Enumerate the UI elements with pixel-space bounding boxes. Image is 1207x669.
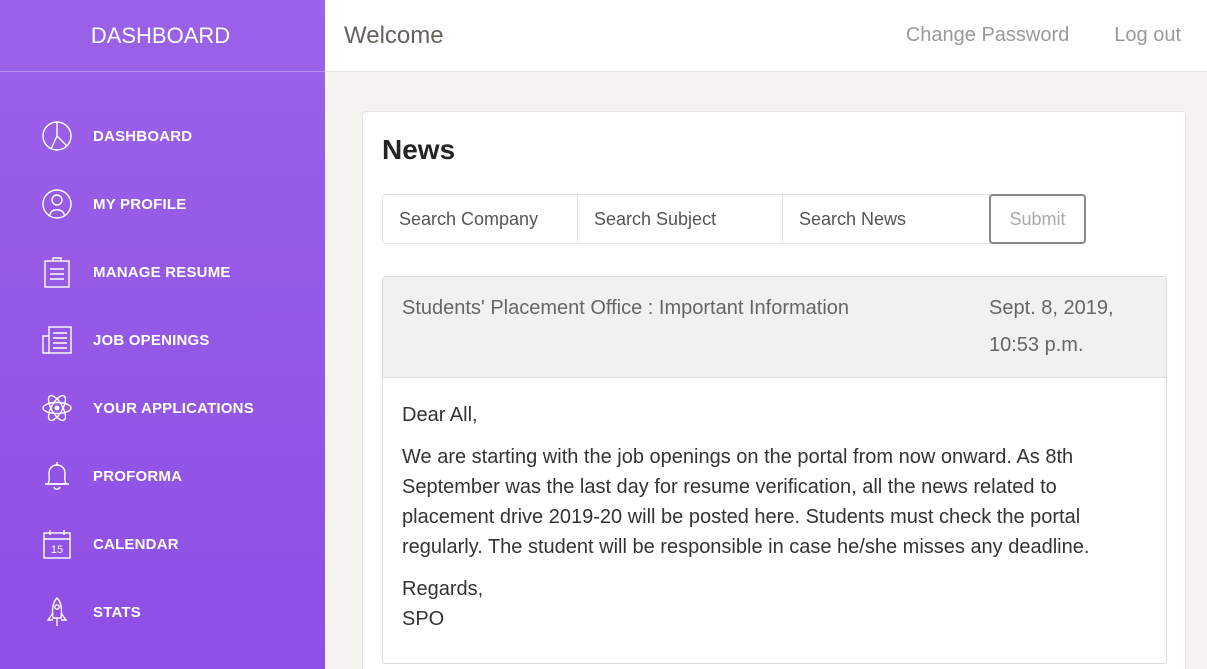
brand-title[interactable]: DASHBOARD bbox=[91, 23, 230, 49]
search-form: Submit bbox=[382, 194, 1086, 244]
sidebar-item-label: YOUR APPLICATIONS bbox=[93, 399, 254, 417]
news-content: We are starting with the job openings on… bbox=[402, 446, 1090, 558]
sidebar-item-dashboard[interactable]: DASHBOARD bbox=[0, 102, 325, 170]
atom-icon bbox=[40, 391, 74, 425]
sidebar-item-stats[interactable]: STATS bbox=[0, 578, 325, 646]
sidebar-brand[interactable]: DASHBOARD bbox=[0, 0, 325, 72]
welcome-title: Welcome bbox=[344, 21, 444, 49]
news-card: News Submit Students' Placement Office :… bbox=[362, 111, 1186, 669]
search-company-input[interactable] bbox=[382, 194, 578, 244]
card-title: News bbox=[382, 134, 456, 165]
calendar-icon: 15 bbox=[40, 527, 74, 561]
news-item-header: Students' Placement Office : Important I… bbox=[383, 277, 1166, 378]
clipboard-icon bbox=[40, 255, 74, 289]
bell-icon bbox=[40, 459, 74, 493]
sidebar-item-label: DASHBOARD bbox=[93, 127, 193, 145]
search-subject-input[interactable] bbox=[577, 194, 783, 244]
search-news-input[interactable] bbox=[782, 194, 990, 244]
news-item: Students' Placement Office : Important I… bbox=[382, 276, 1167, 664]
sidebar-item-label: CALENDAR bbox=[93, 535, 179, 553]
news-signature: SPO bbox=[402, 608, 445, 630]
sidebar-nav: DASHBOARD MY PROFILE MANAGE RESUME JOB O… bbox=[0, 72, 325, 646]
sidebar-item-manage-resume[interactable]: MANAGE RESUME bbox=[0, 238, 325, 306]
news-subject: Students' Placement Office : Important I… bbox=[402, 297, 850, 319]
sidebar-item-my-profile[interactable]: MY PROFILE bbox=[0, 170, 325, 238]
news-greeting: Dear All, bbox=[402, 404, 478, 426]
sidebar-item-job-openings[interactable]: JOB OPENINGS bbox=[0, 306, 325, 374]
newspaper-icon bbox=[40, 323, 74, 357]
rocket-icon bbox=[40, 595, 74, 629]
sidebar-item-label: STATS bbox=[93, 603, 141, 621]
sidebar-item-your-applications[interactable]: YOUR APPLICATIONS bbox=[0, 374, 325, 442]
submit-button[interactable]: Submit bbox=[989, 194, 1086, 244]
user-icon bbox=[40, 187, 74, 221]
calendar-icon-day: 15 bbox=[51, 544, 63, 556]
sidebar-item-label: MY PROFILE bbox=[93, 195, 187, 213]
sidebar-item-proforma[interactable]: PROFORMA bbox=[0, 442, 325, 510]
sidebar-item-calendar[interactable]: 15 CALENDAR bbox=[0, 510, 325, 578]
news-date-line1: Sept. 8, 2019, bbox=[989, 297, 1114, 319]
top-navbar: Welcome Change Password Log out bbox=[325, 0, 1207, 72]
logout-link[interactable]: Log out bbox=[1114, 24, 1181, 47]
sidebar-item-label: JOB OPENINGS bbox=[93, 331, 210, 349]
news-date-line2: 10:53 p.m. bbox=[989, 334, 1084, 356]
news-date: Sept. 8, 2019, 10:53 p.m. bbox=[989, 290, 1149, 364]
sidebar: DASHBOARD DASHBOARD MY PROFILE MANAGE RE… bbox=[0, 0, 325, 669]
pie-chart-icon bbox=[40, 119, 74, 153]
sidebar-item-label: MANAGE RESUME bbox=[93, 263, 231, 281]
change-password-link[interactable]: Change Password bbox=[906, 24, 1069, 47]
navbar-links: Change Password Log out bbox=[861, 24, 1207, 47]
news-body: Dear All, We are starting with the job o… bbox=[383, 378, 1166, 634]
sidebar-item-label: PROFORMA bbox=[93, 467, 183, 485]
news-signoff: Regards, bbox=[402, 578, 484, 600]
